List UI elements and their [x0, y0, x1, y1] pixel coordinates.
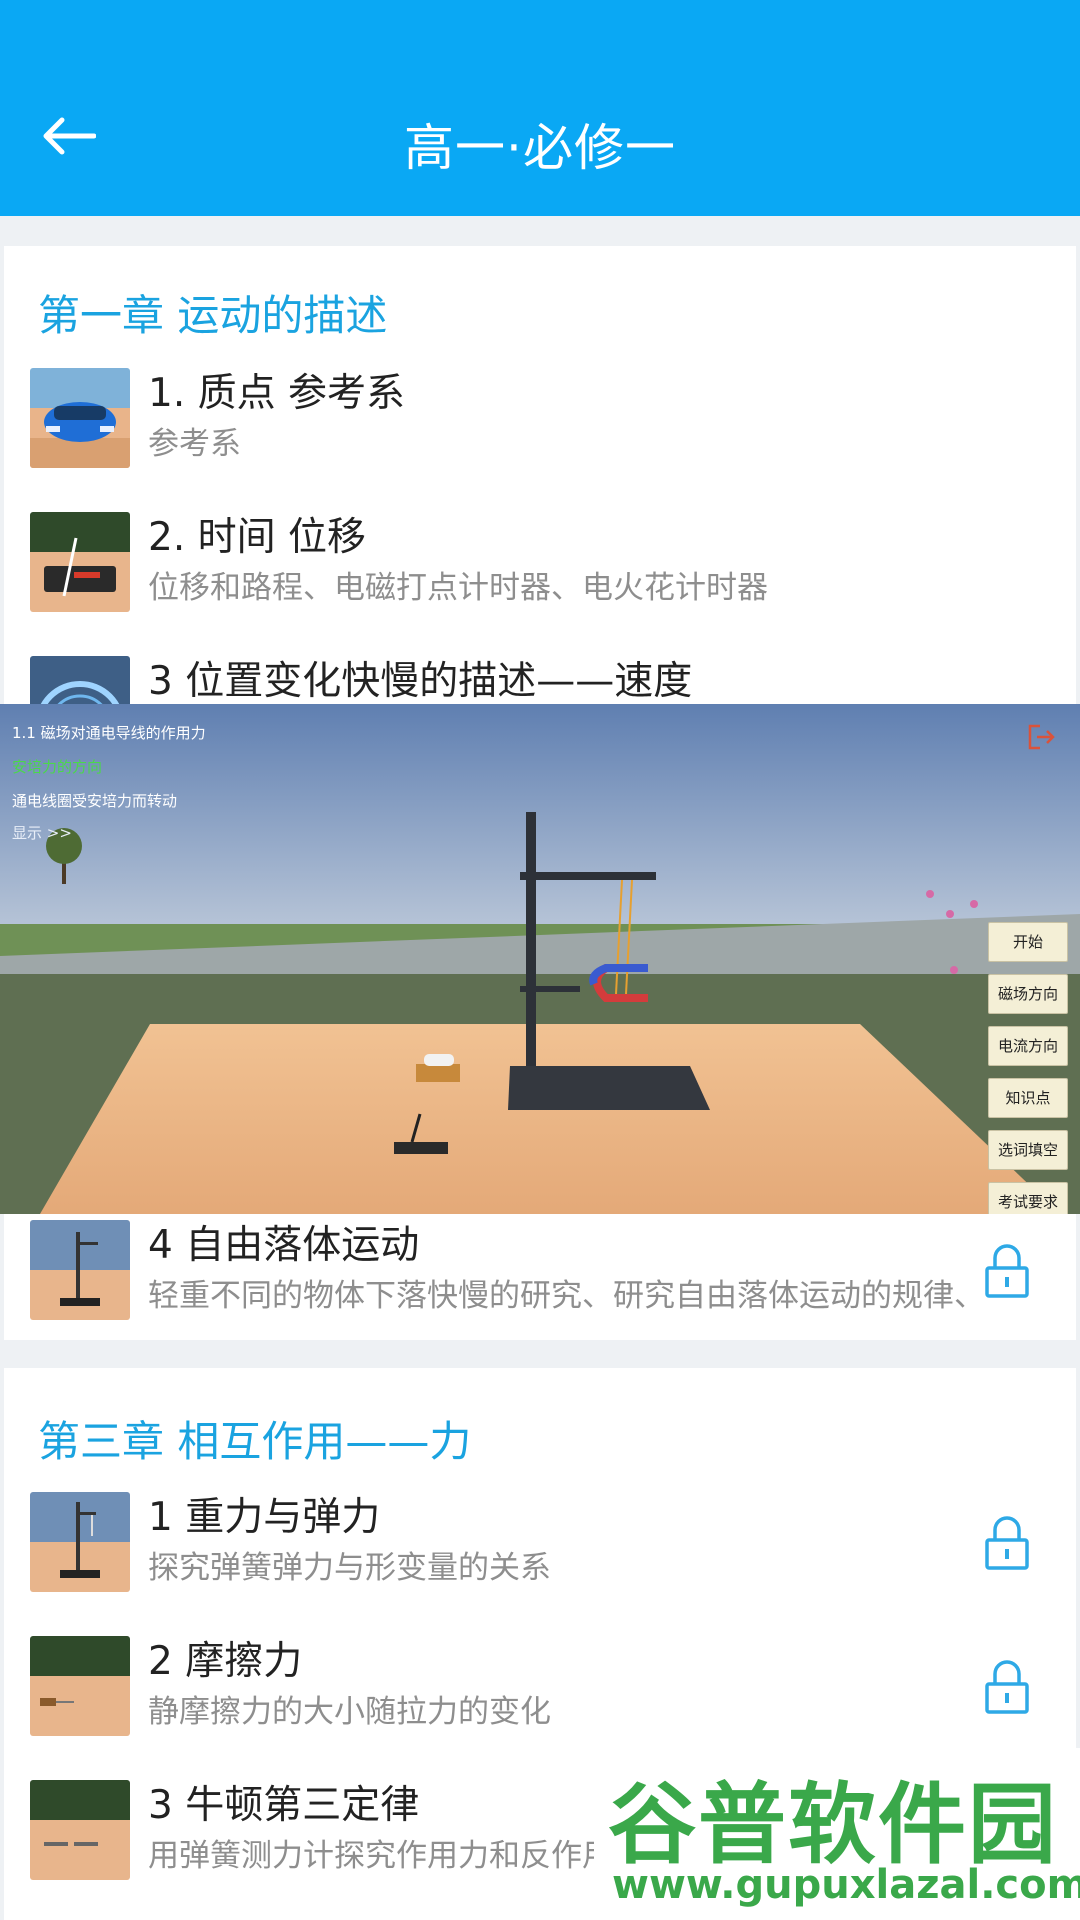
lesson-title: 1. 质点 参考系: [148, 371, 406, 416]
lesson-title: 2 摩擦力: [148, 1639, 303, 1684]
lesson-description: 轻重不同的物体下落快慢的研究、研究自由落体运动的规律、: [148, 1278, 985, 1314]
experiment-3d-view[interactable]: 1.1 磁场对通电导线的作用力 安培力的方向 通电线圈受安培力而转动 显示 >>…: [0, 704, 1080, 1214]
lesson-description: 参考系: [148, 426, 241, 462]
lesson-title: 3 位置变化快慢的描述——速度: [148, 659, 693, 704]
current-direction-button[interactable]: 电流方向: [988, 1026, 1068, 1066]
knowledge-points-button[interactable]: 知识点: [988, 1078, 1068, 1118]
lesson-thumbnail-spring: [30, 1492, 130, 1592]
lesson-title: 3 牛顿第三定律: [148, 1783, 420, 1828]
page-title: 高一·必修一: [404, 119, 676, 177]
scene-lesson-title: 1.1 磁场对通电导线的作用力: [12, 724, 206, 742]
exam-requirements-button[interactable]: 考试要求: [988, 1182, 1068, 1214]
lock-icon: [985, 1516, 1029, 1570]
scene-topic-item[interactable]: 通电线圈受安培力而转动: [12, 790, 177, 811]
start-button[interactable]: 开始: [988, 922, 1068, 962]
magnetic-field-direction-button[interactable]: 磁场方向: [988, 974, 1068, 1014]
lesson-description: 静摩擦力的大小随拉力的变化: [148, 1694, 551, 1730]
scene-current-topic[interactable]: 安培力的方向: [12, 756, 102, 777]
lesson-item[interactable]: 2. 时间 位移 位移和路程、电磁打点计时器、电火花计时器: [4, 512, 1076, 630]
lesson-thumbnail-car: [30, 368, 130, 468]
lesson-thumbnail-timer: [30, 512, 130, 612]
lesson-item[interactable]: 1. 质点 参考系 参考系: [4, 368, 1076, 486]
lesson-thumbnail-friction: [30, 1636, 130, 1736]
scene-show-link[interactable]: 显示 >>: [12, 822, 72, 843]
chapter-title: 第三章 相互作用——力: [38, 1417, 472, 1466]
lock-icon: [985, 1244, 1029, 1298]
lesson-item[interactable]: 4 自由落体运动 轻重不同的物体下落快慢的研究、研究自由落体运动的规律、: [4, 1220, 1076, 1338]
lesson-title: 2. 时间 位移: [148, 515, 367, 560]
fill-in-blank-button[interactable]: 选词填空: [988, 1130, 1068, 1170]
lesson-item[interactable]: 1 重力与弹力 探究弹簧弹力与形变量的关系: [4, 1492, 1076, 1610]
lesson-thumbnail-newton: [30, 1780, 130, 1880]
chapter-title: 第一章 运动的描述: [38, 291, 388, 340]
lesson-description: 探究弹簧弹力与形变量的关系: [148, 1550, 551, 1586]
lock-icon: [985, 1660, 1029, 1714]
exit-icon[interactable]: [1026, 722, 1056, 752]
lesson-title: 4 自由落体运动: [148, 1223, 420, 1268]
lesson-item[interactable]: 2 摩擦力 静摩擦力的大小随拉力的变化: [4, 1636, 1076, 1754]
lesson-title: 1 重力与弹力: [148, 1495, 381, 1540]
lesson-description: 位移和路程、电磁打点计时器、电火花计时器: [148, 570, 768, 606]
top-app-bar: 高一·必修一: [0, 0, 1080, 216]
lesson-thumbnail-stand: [30, 1220, 130, 1320]
watermark-url: www.gupuxlazal.com: [612, 1862, 1080, 1908]
watermark-logo: 谷普软件园 www.gupuxlazal.com: [594, 1748, 1080, 1920]
chapter-card-1: 第一章 运动的描述 1. 质点 参考系 参考系 2. 时间 位移 位移和路程、电…: [4, 246, 1076, 756]
